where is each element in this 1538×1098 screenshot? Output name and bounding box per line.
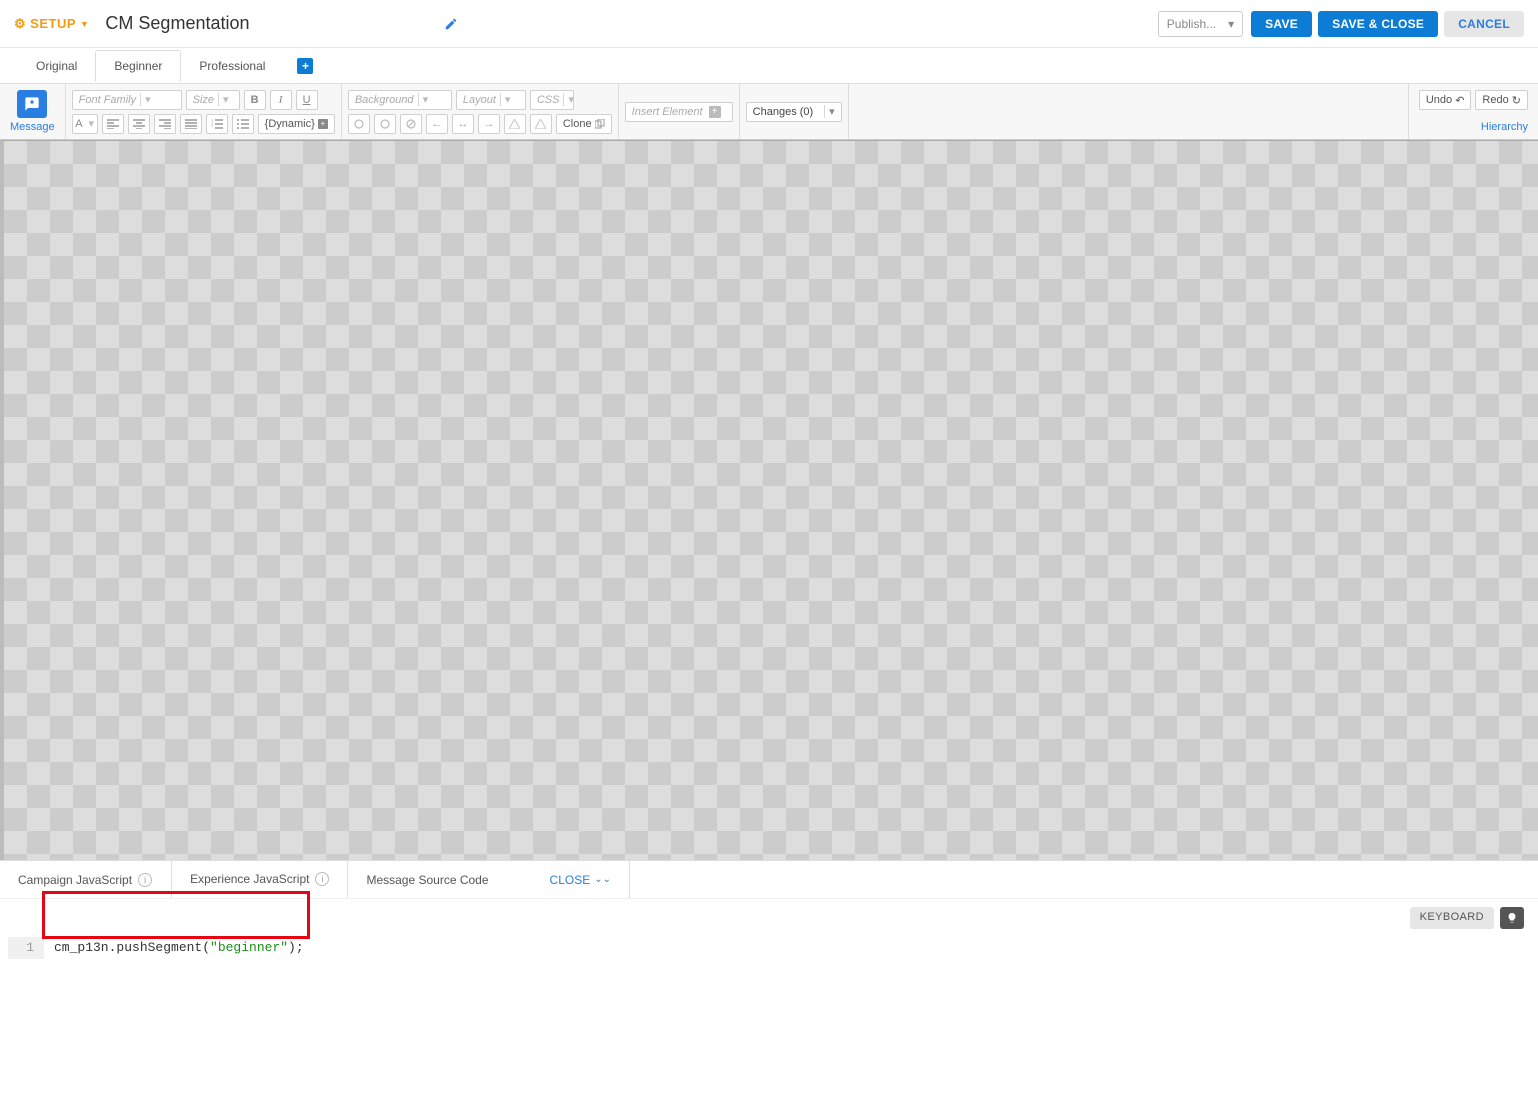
editor-canvas[interactable]	[0, 140, 1538, 860]
bold-button[interactable]: B	[244, 90, 266, 110]
svg-text:2: 2	[211, 122, 214, 127]
header-bar: ⚙ SETUP ▼ CM Segmentation Publish... SAV…	[0, 0, 1538, 48]
caret-down-icon: ▼	[80, 19, 89, 29]
experience-tabs: Original Beginner Professional +	[0, 48, 1538, 84]
close-panel-button[interactable]: CLOSE⌄⌄	[508, 861, 630, 898]
code-editor-panel: KEYBOARD 1 cm_p13n.pushSegment("beginner…	[0, 898, 1538, 1098]
edit-pencil-icon[interactable]	[444, 17, 458, 31]
message-plus-icon	[17, 90, 47, 118]
message-label: Message	[10, 121, 55, 133]
insert-element-button[interactable]: Insert Element +	[625, 102, 733, 122]
code-panel-tabs: Campaign JavaScript i Experience JavaScr…	[0, 860, 1538, 898]
shape-circle-button[interactable]	[348, 114, 370, 134]
publish-placeholder: Publish...	[1167, 17, 1216, 31]
align-left-button[interactable]	[102, 114, 124, 134]
shape-circle2-button[interactable]	[374, 114, 396, 134]
layout-dropdown[interactable]: Layout▾	[456, 90, 526, 110]
dynamic-button[interactable]: {Dynamic} +	[258, 114, 335, 134]
font-group: Font Family▾ Size▾ B I U A▾ 12 {Dynamic}…	[66, 84, 342, 139]
no-entry-button[interactable]	[400, 114, 422, 134]
setup-dropdown[interactable]: ⚙ SETUP ▼	[14, 16, 89, 32]
clone-button[interactable]: Clone	[556, 114, 612, 134]
italic-button[interactable]: I	[270, 90, 292, 110]
tab-experience-js[interactable]: Experience JavaScript i	[171, 861, 348, 898]
save-close-button[interactable]: SAVE & CLOSE	[1318, 11, 1438, 37]
setup-label: SETUP	[30, 16, 76, 31]
hierarchy-link[interactable]: Hierarchy	[1481, 121, 1528, 133]
font-size-dropdown[interactable]: Size▾	[186, 90, 240, 110]
keyboard-button[interactable]: KEYBOARD	[1410, 907, 1494, 929]
info-icon: i	[138, 873, 152, 887]
list-unordered-button[interactable]	[232, 114, 254, 134]
save-button[interactable]: SAVE	[1251, 11, 1312, 37]
align-justify-button[interactable]	[180, 114, 202, 134]
arrow-both-button[interactable]: ↔	[452, 114, 474, 134]
code-string: "beginner"	[210, 940, 288, 955]
css-dropdown[interactable]: CSS▾	[530, 90, 574, 110]
line-number: 1	[8, 937, 44, 959]
font-color-button[interactable]: A▾	[72, 114, 98, 134]
hint-bulb-button[interactable]	[1500, 907, 1524, 929]
arrow-right-button[interactable]: →	[478, 114, 500, 134]
layout-group: Background▾ Layout▾ CSS▾ ← ↔ → Clone	[342, 84, 619, 139]
underline-button[interactable]: U	[296, 90, 318, 110]
changes-group: Changes (0)▾	[740, 84, 849, 139]
tab-message-source[interactable]: Message Source Code	[348, 861, 507, 898]
toolbar-right: Undo ↶ Redo ↻ Hierarchy	[1408, 84, 1538, 139]
arrow-left-button[interactable]: ←	[426, 114, 448, 134]
code-text: );	[288, 940, 304, 955]
tab-beginner[interactable]: Beginner	[95, 50, 181, 82]
message-button[interactable]: Message	[6, 88, 59, 135]
changes-dropdown[interactable]: Changes (0)▾	[746, 102, 842, 122]
background-dropdown[interactable]: Background▾	[348, 90, 452, 110]
warn2-button[interactable]	[530, 114, 552, 134]
page-title: CM Segmentation	[105, 13, 249, 34]
format-toolbar: Message Font Family▾ Size▾ B I U A▾ 12 {…	[0, 84, 1538, 140]
align-center-button[interactable]	[128, 114, 150, 134]
info-icon: i	[315, 872, 329, 886]
font-family-dropdown[interactable]: Font Family▾	[72, 90, 182, 110]
redo-button[interactable]: Redo ↻	[1475, 90, 1528, 110]
align-right-button[interactable]	[154, 114, 176, 134]
tab-professional[interactable]: Professional	[181, 51, 283, 81]
warn1-button[interactable]	[504, 114, 526, 134]
list-ordered-button[interactable]: 12	[206, 114, 228, 134]
code-text: cm_p13n.pushSegment(	[54, 940, 210, 955]
add-tab-button[interactable]: +	[297, 58, 313, 74]
undo-button[interactable]: Undo ↶	[1419, 90, 1472, 110]
tab-campaign-js[interactable]: Campaign JavaScript i	[0, 861, 171, 898]
chevron-down-icon: ⌄⌄	[594, 874, 611, 885]
cancel-button[interactable]: CANCEL	[1444, 11, 1524, 37]
message-group: Message	[0, 84, 66, 139]
insert-group: Insert Element +	[619, 84, 740, 139]
tab-original[interactable]: Original	[18, 51, 95, 81]
gear-icon: ⚙	[14, 16, 26, 32]
code-line[interactable]: 1 cm_p13n.pushSegment("beginner");	[0, 937, 1538, 959]
publish-dropdown[interactable]: Publish...	[1158, 11, 1243, 37]
